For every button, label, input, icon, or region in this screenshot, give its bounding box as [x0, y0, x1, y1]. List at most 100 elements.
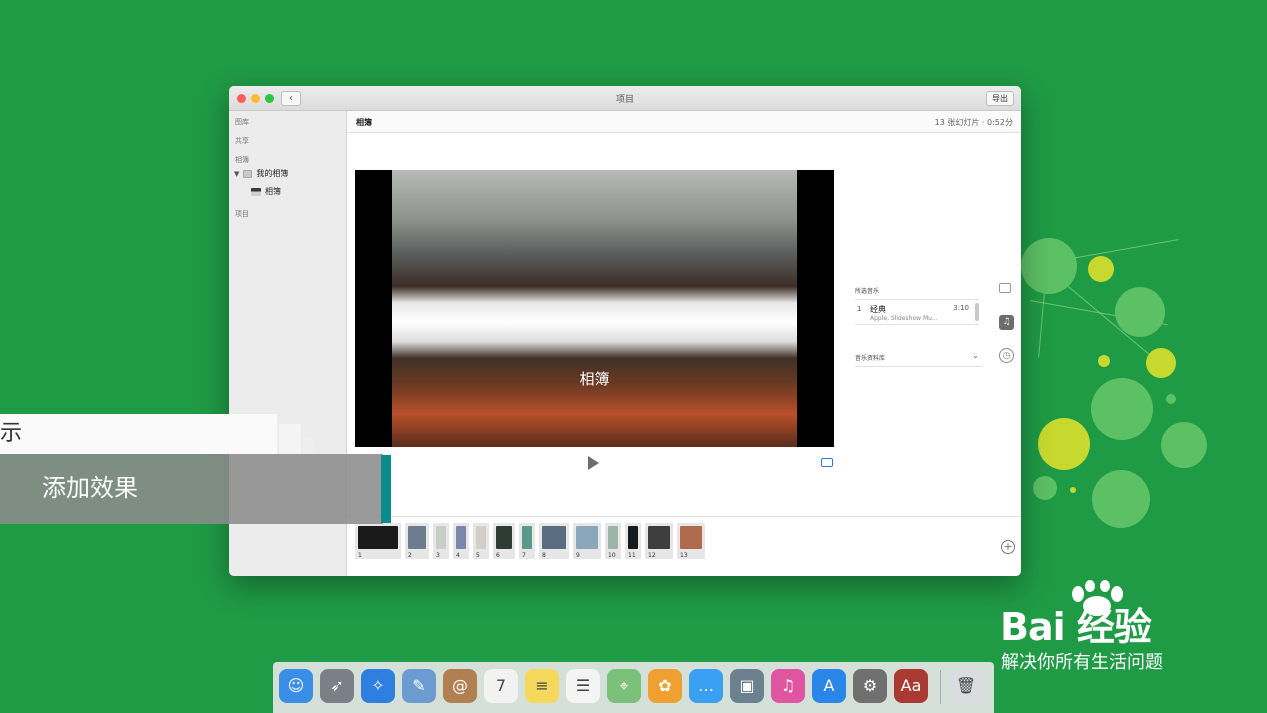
music-note-icon[interactable]: ♫ [999, 315, 1014, 330]
reminders-icon[interactable]: ☰ [566, 669, 600, 703]
slide-thumbnail [522, 526, 532, 549]
selected-music-label: 所选音乐 [855, 288, 880, 295]
timeline-slide[interactable]: 8 [539, 523, 569, 559]
sidebar-section-albums[interactable]: 相簿 [235, 155, 249, 165]
slide-number: 4 [456, 552, 460, 559]
banner-decoration [302, 438, 314, 454]
track-artist: Apple, Slideshow Mu... [870, 315, 938, 322]
timeline-slide[interactable]: 9 [573, 523, 601, 559]
timeline-slide[interactable]: 1 [355, 523, 401, 559]
sidebar-item-label: 相簿 [265, 187, 281, 196]
caption-banner-bottom: 添加效果 [0, 454, 383, 524]
slide-thumbnail [408, 526, 426, 549]
project-name: 相簿 [356, 118, 372, 127]
reload-bubble-icon [1021, 238, 1077, 294]
slide-thumbnail [496, 526, 512, 549]
title-bar: ‹ 项目 导出 [229, 86, 1021, 111]
export-button[interactable]: 导出 [986, 91, 1014, 106]
slide-timeline: 1 2 3 4 5 6 7 8 9 10 11 12 13 + [347, 516, 1021, 576]
slide-number: 12 [648, 552, 656, 559]
finder-icon[interactable]: ☺ [279, 669, 313, 703]
photos-icon[interactable]: ✿ [648, 669, 682, 703]
timeline-slide[interactable]: 10 [605, 523, 621, 559]
project-header: 相簿 13 张幻灯片 · 0:52分 [347, 111, 1021, 133]
loop-icon[interactable] [821, 458, 833, 467]
slide-thumbnail [542, 526, 566, 549]
image-capture-icon[interactable]: ▣ [730, 669, 764, 703]
timeline-slide[interactable]: 4 [453, 523, 469, 559]
timeline-slide[interactable]: 13 [677, 523, 705, 559]
duration-timer-icon[interactable]: ◷ [999, 348, 1014, 363]
star-bubble-icon [1161, 422, 1207, 468]
music-library-row[interactable]: 音乐资料库 ⌄ [855, 347, 983, 367]
slide-thumbnail [476, 526, 486, 549]
timeline-slide[interactable]: 11 [625, 523, 641, 559]
slide-number: 5 [476, 552, 480, 559]
album-icon [251, 187, 261, 196]
timeline-slide[interactable]: 2 [405, 523, 429, 559]
notes-icon[interactable]: ≡ [525, 669, 559, 703]
play-icon[interactable] [588, 456, 599, 470]
contacts-icon[interactable]: @ [443, 669, 477, 703]
timeline-slide[interactable]: 6 [493, 523, 515, 559]
sidebar-section-library[interactable]: 图库 [235, 117, 249, 127]
slide-number: 9 [576, 552, 580, 559]
sidebar-section-shared[interactable]: 共享 [235, 136, 249, 146]
timeline-slide[interactable]: 3 [433, 523, 449, 559]
theme-icon[interactable] [999, 283, 1011, 293]
sidebar-item-album[interactable]: 相簿 [251, 186, 281, 197]
watermark-slogan: 解决你所有生活问题 [1001, 652, 1163, 673]
preview-photo [392, 170, 797, 447]
maps-icon[interactable]: ⌖ [607, 669, 641, 703]
slide-number: 6 [496, 552, 500, 559]
baidu-paw-icon [1072, 580, 1123, 616]
slide-thumbnail [436, 526, 446, 549]
slideshow-preview[interactable]: 相簿 [355, 170, 834, 447]
app-store-icon[interactable]: A [812, 669, 846, 703]
music-library-label: 音乐资料库 [855, 355, 886, 362]
track-list-scrollbar[interactable] [975, 303, 979, 321]
slide-number: 11 [628, 552, 636, 559]
timeline-slide[interactable]: 5 [473, 523, 489, 559]
system-preferences-icon[interactable]: ⚙ [853, 669, 887, 703]
safari-icon[interactable]: ✧ [361, 669, 395, 703]
track-index: 1 [857, 305, 862, 313]
slide-number: 13 [680, 552, 688, 559]
sidebar-section-projects[interactable]: 项目 [235, 209, 249, 219]
slideshow-info: 13 张幻灯片 · 0:52分 [934, 118, 1013, 127]
slide-number: 3 [436, 552, 440, 559]
timeline-slide[interactable]: 7 [519, 523, 535, 559]
track-title: 经典 [870, 305, 886, 314]
playback-controls [347, 450, 847, 476]
shoe-bubble-icon [1092, 470, 1150, 528]
slide-title-caption: 相簿 [579, 370, 610, 388]
sidebar-item-my-albums[interactable]: ▼ 我的相簿 [234, 168, 288, 179]
leaf-bubble-icon [1091, 378, 1153, 440]
dock: ☺ ➶ ✧ ✎ @7 ≡ ☰ ⌖ ✿… ▣ ♫ A ⚙ Aa 🗑 [273, 662, 994, 713]
slide-number: 1 [358, 552, 362, 559]
slide-thumbnail [358, 526, 398, 549]
disclosure-triangle-icon[interactable]: ▼ [234, 170, 239, 178]
slide-number: 2 [408, 552, 412, 559]
slide-thumbnail [576, 526, 598, 549]
slide-thumbnail [608, 526, 618, 549]
preview-icon[interactable]: ✎ [402, 669, 436, 703]
dictionary-icon[interactable]: Aa [894, 669, 928, 703]
launchpad-icon[interactable]: ➶ [320, 669, 354, 703]
banner-decoration [279, 424, 301, 454]
slide-thumbnail [680, 526, 702, 549]
trash-icon[interactable]: 🗑 [949, 669, 983, 703]
slide-thumbnail [628, 526, 638, 549]
music-track-row[interactable]: 1 经典 Apple, Slideshow Mu... 3:10 [855, 299, 979, 325]
timeline-slide[interactable]: 12 [645, 523, 673, 559]
chevron-down-icon[interactable]: ⌄ [972, 351, 979, 360]
itunes-icon[interactable]: ♫ [771, 669, 805, 703]
calendar-icon[interactable]: 7 [484, 669, 518, 703]
track-duration: 3:10 [953, 304, 969, 312]
add-slide-button[interactable]: + [1001, 540, 1015, 554]
dock-separator [940, 670, 941, 704]
slide-number: 7 [522, 552, 526, 559]
slide-number: 8 [542, 552, 546, 559]
messages-icon[interactable]: … [689, 669, 723, 703]
slide-number: 10 [608, 552, 616, 559]
